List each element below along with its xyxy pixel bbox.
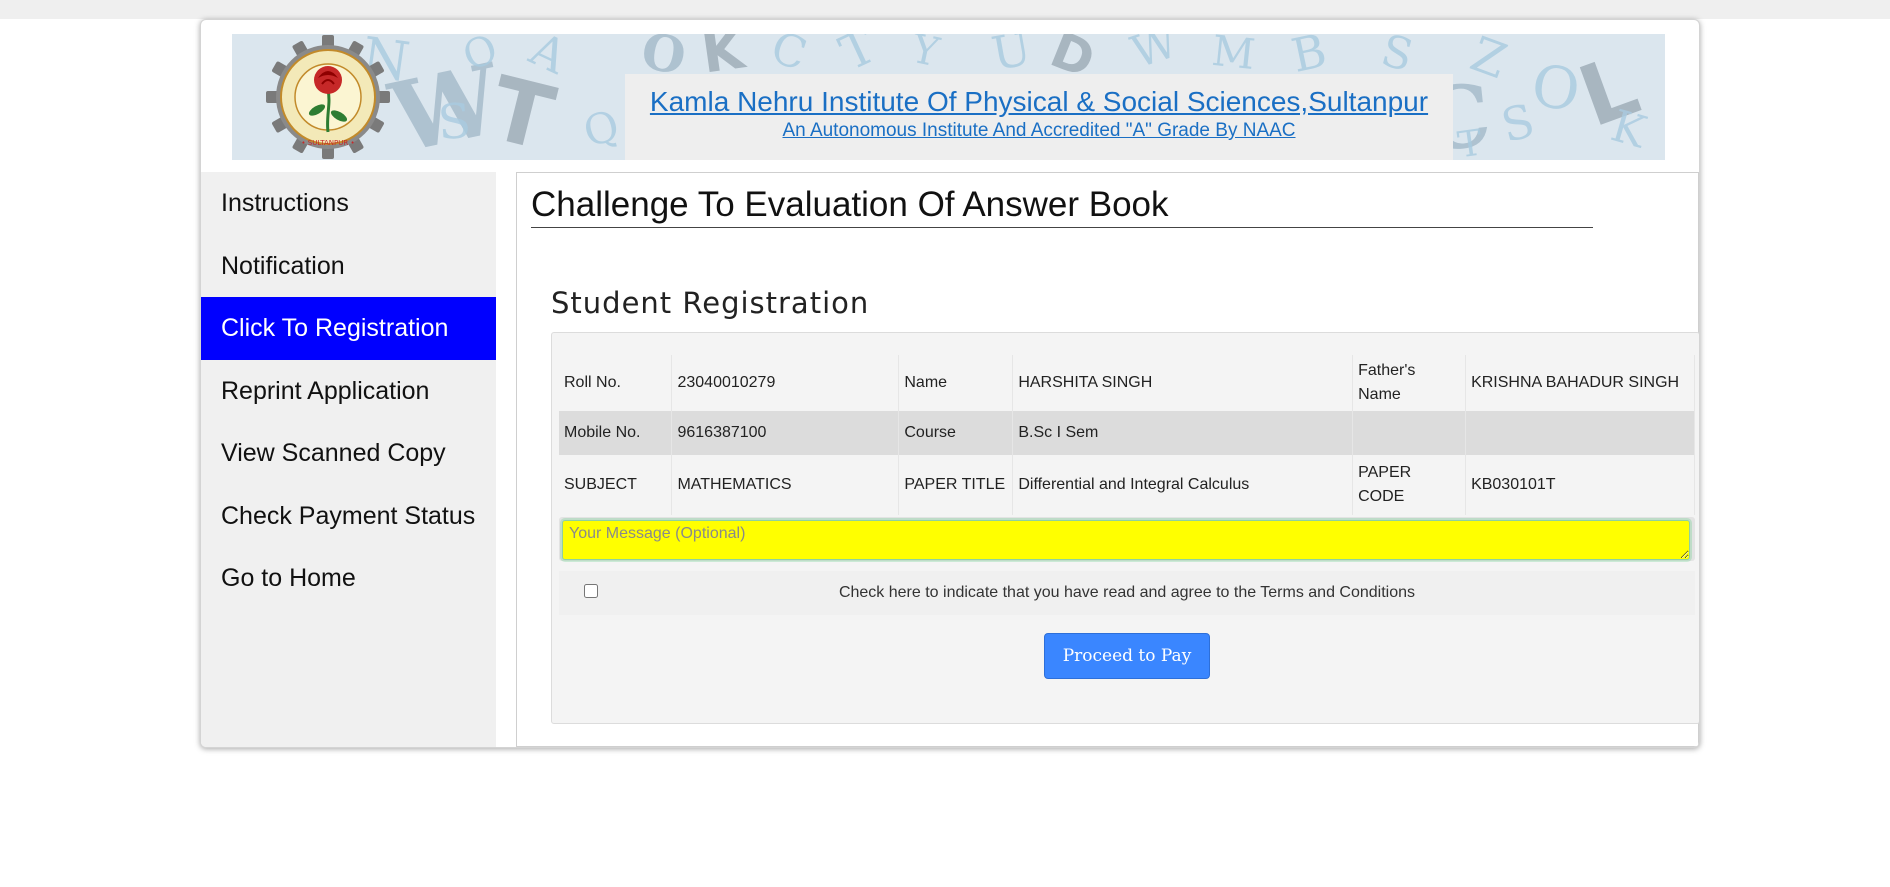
- mobile-no-label: Mobile No.: [559, 411, 673, 455]
- sidebar-item-instructions[interactable]: Instructions: [201, 172, 496, 235]
- sidebar-item-view-scanned-copy[interactable]: View Scanned Copy: [201, 422, 496, 485]
- student-info-table: Roll No. 23040010279 Name HARSHITA SINGH…: [559, 355, 1695, 515]
- page-title: Challenge To Evaluation Of Answer Book: [531, 185, 1593, 228]
- svg-text:• SULTANPUR •: • SULTANPUR •: [301, 139, 354, 147]
- terms-label: Check here to indicate that you have rea…: [838, 584, 1416, 601]
- fathers-name-label: Father's Name: [1352, 355, 1467, 411]
- roll-no-label: Roll No.: [559, 355, 673, 411]
- roll-no-value: 23040010279: [671, 355, 900, 411]
- name-label: Name: [898, 355, 1014, 411]
- course-value: B.Sc I Sem: [1012, 411, 1354, 455]
- browser-top-strip: [0, 0, 1890, 19]
- proceed-to-pay-button[interactable]: Proceed to Pay: [1044, 633, 1210, 679]
- sidebar-nav: Instructions Notification Click To Regis…: [201, 172, 496, 747]
- sidebar-item-reprint-application[interactable]: Reprint Application: [201, 360, 496, 423]
- institute-name-link[interactable]: Kamla Nehru Institute Of Physical & Soci…: [650, 86, 1428, 118]
- terms-row: Check here to indicate that you have rea…: [559, 571, 1695, 615]
- paper-code-value: KB030101T: [1465, 455, 1695, 515]
- table-row: SUBJECT MATHEMATICS PAPER TITLE Differen…: [559, 455, 1695, 515]
- table-row: Roll No. 23040010279 Name HARSHITA SINGH…: [559, 355, 1695, 411]
- header-banner: W N O T S A Q O K C T Y U D W M B S C Z …: [232, 34, 1665, 160]
- paper-code-label: PAPER CODE: [1352, 455, 1467, 515]
- page-container: W N O T S A Q O K C T Y U D W M B S C Z …: [200, 19, 1700, 748]
- title-box: Kamla Nehru Institute Of Physical & Soci…: [625, 74, 1453, 160]
- paper-title-label: PAPER TITLE: [898, 455, 1014, 515]
- sidebar-item-go-to-home[interactable]: Go to Home: [201, 547, 496, 610]
- course-label: Course: [898, 411, 1014, 455]
- sidebar-item-registration[interactable]: Click To Registration: [201, 297, 496, 360]
- paper-title-value: Differential and Integral Calculus: [1012, 455, 1354, 515]
- terms-checkbox[interactable]: [584, 584, 598, 598]
- sidebar-item-check-payment-status[interactable]: Check Payment Status: [201, 485, 496, 548]
- section-title: Student Registration: [551, 286, 870, 320]
- accreditation-link[interactable]: An Autonomous Institute And Accredited "…: [782, 120, 1295, 142]
- main-content: Challenge To Evaluation Of Answer Book S…: [516, 172, 1699, 747]
- mobile-no-value: 9616387100: [671, 411, 900, 455]
- message-row: [559, 517, 1695, 561]
- subject-value: MATHEMATICS: [671, 455, 900, 515]
- registration-panel: Roll No. 23040010279 Name HARSHITA SINGH…: [551, 332, 1699, 724]
- table-row: Mobile No. 9616387100 Course B.Sc I Sem: [559, 411, 1695, 455]
- empty-cell: [1352, 411, 1467, 455]
- sidebar-item-notification[interactable]: Notification: [201, 235, 496, 298]
- name-value: HARSHITA SINGH: [1012, 355, 1354, 411]
- subject-label: SUBJECT: [559, 455, 673, 515]
- empty-cell: [1465, 411, 1695, 455]
- message-textarea[interactable]: [562, 520, 1690, 560]
- institute-logo-icon: • SULTANPUR •: [266, 35, 390, 159]
- fathers-name-value: KRISHNA BAHADUR SINGH: [1465, 355, 1695, 411]
